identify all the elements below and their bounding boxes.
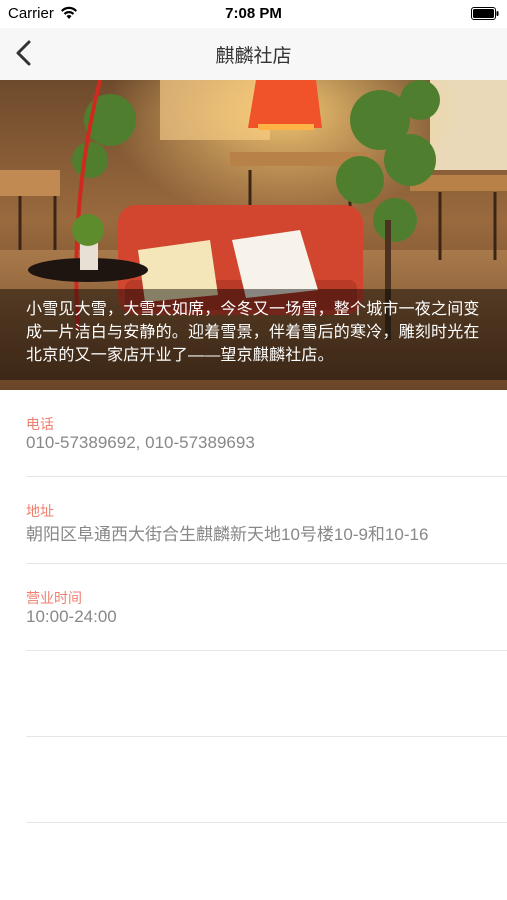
store-description: 小雪见大雪，大雪大如席，今冬又一场雪，整个城市一夜之间变成一片洁白与安静的。迎着… [0, 289, 507, 380]
address-value: 朝阳区阜通西大街合生麒麟新天地10号楼10-9和10-16 [26, 525, 429, 544]
store-hero-image: 小雪见大雪，大雪大如席，今冬又一场雪，整个城市一夜之间变成一片洁白与安静的。迎着… [0, 80, 507, 390]
hours-row: 营业时间 10:00-24:00 [26, 564, 507, 651]
address-label: 地址 [26, 503, 54, 519]
phone-row[interactable]: 电话 010-57389692, 010-57389693 [26, 390, 507, 477]
empty-row [26, 651, 507, 737]
page-title: 麒麟社店 [215, 46, 292, 67]
status-time: 7:08 PM [225, 5, 282, 22]
address-row[interactable]: 地址 朝阳区阜通西大街合生麒麟新天地10号楼10-9和10-16 [26, 477, 507, 564]
phone-value: 010-57389692, 010-57389693 [26, 433, 255, 452]
status-bar: Carrier 7:08 PM [0, 0, 507, 28]
empty-row [26, 737, 507, 823]
battery-icon [471, 7, 499, 20]
store-info-list: 电话 010-57389692, 010-57389693 地址 朝阳区阜通西大… [26, 390, 507, 823]
phone-label: 电话 [26, 416, 54, 432]
hours-value: 10:00-24:00 [26, 607, 117, 626]
hours-label: 营业时间 [26, 590, 82, 606]
navigation-bar: 麒麟社店 [0, 28, 507, 81]
